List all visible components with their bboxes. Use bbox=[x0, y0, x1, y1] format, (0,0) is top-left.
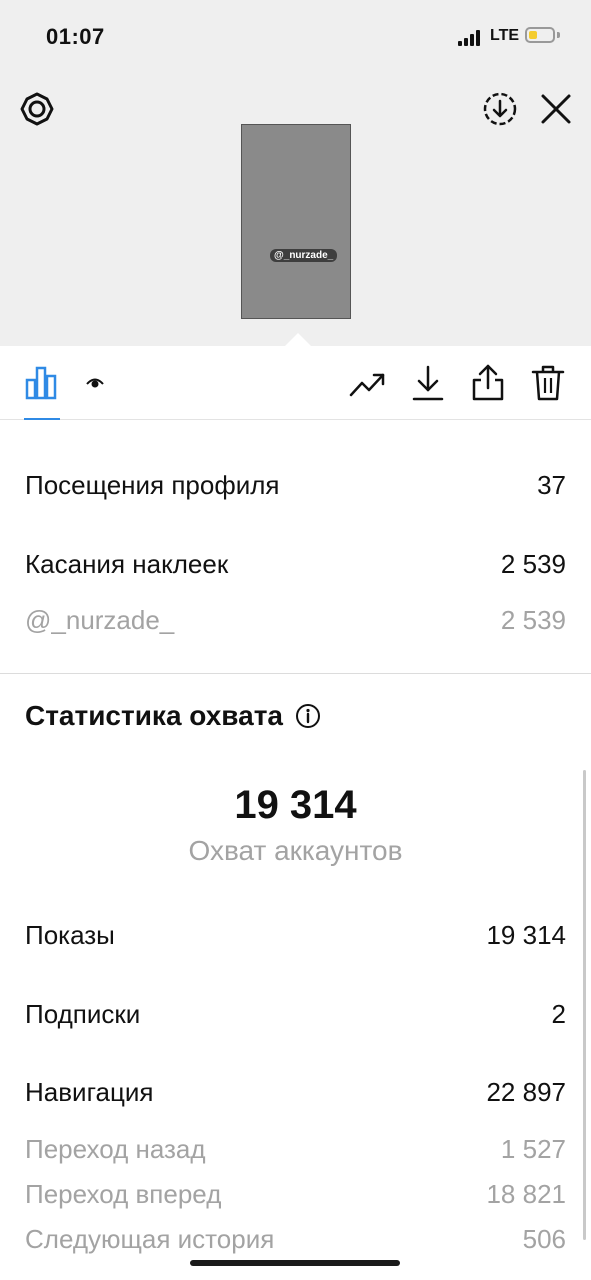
battery-icon bbox=[525, 27, 555, 43]
save-story-icon[interactable] bbox=[480, 89, 520, 129]
status-bar: 01:07 LTE bbox=[0, 0, 591, 72]
next-story-label: Следующая история bbox=[25, 1224, 275, 1254]
scrollbar[interactable] bbox=[583, 770, 586, 1240]
sticker-mention-label: @_nurzade_ bbox=[25, 605, 175, 635]
home-indicator[interactable] bbox=[190, 1260, 400, 1266]
eye-icon[interactable] bbox=[84, 372, 106, 394]
navigation-label: Навигация bbox=[25, 1077, 154, 1107]
accounts-reached-label: Охват аккаунтов bbox=[188, 835, 403, 866]
accounts-reached-value: 19 314 bbox=[234, 783, 357, 827]
bar-chart-icon[interactable] bbox=[22, 362, 62, 402]
trash-icon[interactable] bbox=[528, 362, 568, 404]
signal-icon bbox=[458, 30, 484, 46]
impressions-value: 19 314 bbox=[486, 920, 566, 950]
impressions-row[interactable]: Показы 19 314 bbox=[25, 920, 566, 951]
settings-icon[interactable] bbox=[18, 90, 56, 128]
info-icon[interactable] bbox=[295, 703, 321, 729]
battery-cap bbox=[557, 32, 560, 38]
sticker-taps-row[interactable]: Касания наклеек 2 539 bbox=[25, 549, 566, 580]
story-thumbnail[interactable]: @_nurzade_ bbox=[241, 124, 351, 319]
back-row[interactable]: Переход назад 1 527 bbox=[25, 1134, 566, 1165]
navigation-row[interactable]: Навигация 22 897 bbox=[25, 1077, 566, 1108]
network-label: LTE bbox=[490, 27, 520, 44]
back-value: 1 527 bbox=[500, 1134, 566, 1164]
download-icon[interactable] bbox=[408, 362, 448, 404]
profile-visits-row[interactable]: Посещения профиля 37 bbox=[25, 470, 566, 501]
back-label: Переход назад bbox=[25, 1134, 206, 1164]
forward-label: Переход вперед bbox=[25, 1179, 222, 1209]
forward-row[interactable]: Переход вперед 18 821 bbox=[25, 1179, 566, 1210]
profile-visits-label: Посещения профиля bbox=[25, 470, 280, 500]
section-divider bbox=[0, 673, 591, 674]
reach-title-text: Статистика охвата bbox=[25, 700, 283, 731]
trend-up-icon[interactable] bbox=[348, 364, 388, 404]
sticker-taps-value: 2 539 bbox=[500, 549, 566, 579]
impressions-label: Показы bbox=[25, 920, 115, 950]
follows-value: 2 bbox=[551, 999, 566, 1029]
sticker-mention-row[interactable]: @_nurzade_ 2 539 bbox=[25, 605, 566, 636]
forward-value: 18 821 bbox=[486, 1179, 566, 1209]
active-tab-indicator bbox=[24, 418, 60, 420]
status-time: 01:07 bbox=[46, 24, 105, 49]
close-icon[interactable] bbox=[536, 89, 576, 129]
share-icon[interactable] bbox=[468, 362, 508, 404]
reach-section-title: Статистика охвата bbox=[25, 700, 321, 732]
follows-label: Подписки bbox=[25, 999, 141, 1029]
sticker-mention-value: 2 539 bbox=[500, 605, 566, 635]
thumbnail-pointer bbox=[284, 333, 312, 347]
profile-visits-value: 37 bbox=[537, 470, 566, 500]
thumbnail-mention-tag: @_nurzade_ bbox=[270, 249, 338, 262]
next-story-value: 506 bbox=[522, 1224, 566, 1254]
next-story-row[interactable]: Следующая история 506 bbox=[25, 1224, 566, 1255]
sticker-taps-label: Касания наклеек bbox=[25, 549, 229, 579]
follows-row[interactable]: Подписки 2 bbox=[25, 999, 566, 1030]
navigation-value: 22 897 bbox=[486, 1077, 566, 1107]
